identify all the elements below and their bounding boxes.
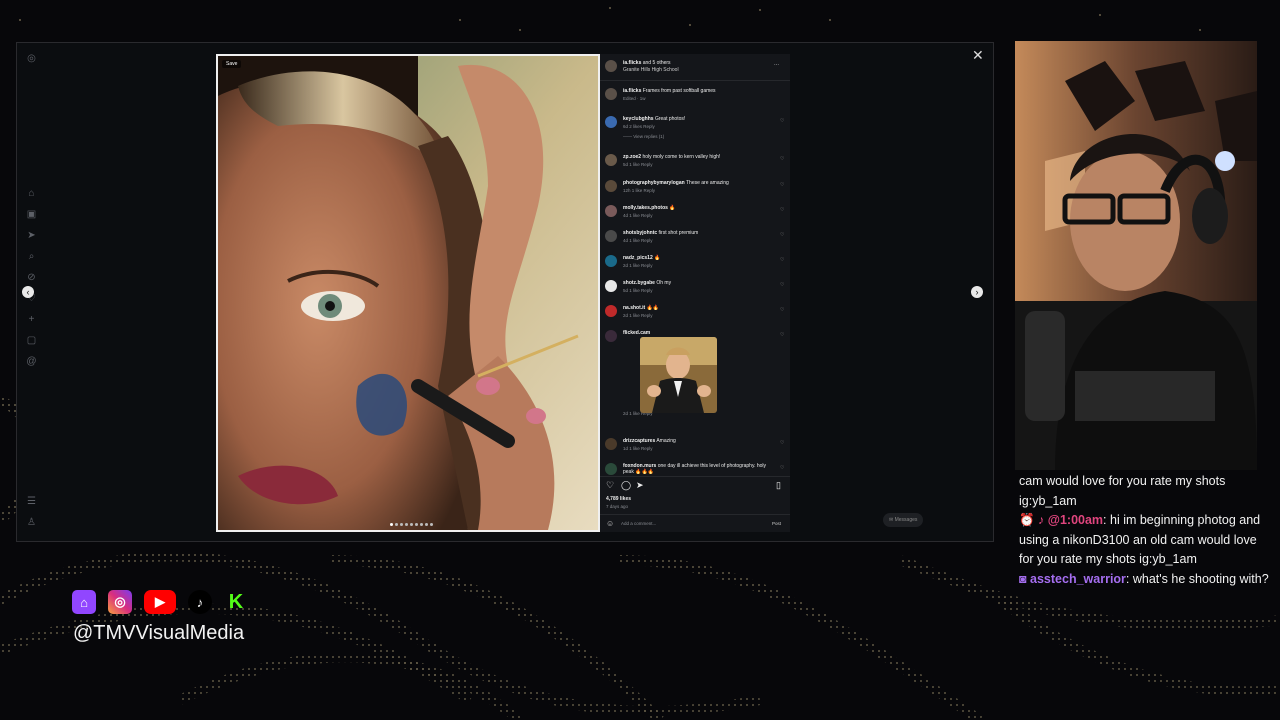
instagram-post-modal: ◎ ⌂ ▣ ➤ ⌕ ⊘ ♡ + ▢ @ ☰ ♙ ✕ ‹ › Save ia.fl… bbox=[16, 42, 994, 542]
avatar[interactable] bbox=[605, 180, 617, 192]
avatar[interactable] bbox=[605, 88, 617, 100]
more-options-icon[interactable]: ··· bbox=[774, 62, 779, 68]
avatar[interactable] bbox=[605, 280, 617, 292]
comment-meta: 5d 1 like Reply bbox=[623, 162, 653, 167]
comment-meta: 2d 1 like Reply bbox=[623, 263, 653, 268]
like-count[interactable]: 4,789 likes bbox=[606, 496, 631, 502]
comment-text: foxndon.murs one day ill achieve this le… bbox=[623, 463, 767, 475]
instagram-icon: ◎ bbox=[108, 590, 132, 614]
comment-text: na.shot.it 🔥🔥 bbox=[623, 305, 660, 311]
comment-input[interactable]: Add a comment... bbox=[621, 521, 656, 526]
comment-like-icon[interactable]: ♡ bbox=[780, 465, 784, 471]
avatar[interactable] bbox=[605, 154, 617, 166]
messages-button[interactable]: ✉ Messages bbox=[883, 513, 924, 527]
next-arrow-icon[interactable]: › bbox=[971, 286, 983, 298]
comment-text: photographybymarylogan These are amazing bbox=[623, 180, 729, 186]
twitch-icon: ⌂ bbox=[72, 590, 96, 614]
comment-like-icon[interactable]: ♡ bbox=[780, 207, 784, 213]
bookmark-icon[interactable]: ▯ bbox=[776, 480, 781, 491]
comment-like-icon[interactable]: ♡ bbox=[780, 332, 784, 338]
chat-message: cam would love for you rate my shots ig:… bbox=[1019, 474, 1226, 508]
comment-like-icon[interactable]: ♡ bbox=[780, 307, 784, 313]
comment-like-icon[interactable]: ♡ bbox=[780, 232, 784, 238]
avatar[interactable] bbox=[605, 205, 617, 217]
tiktok-icon: ♪ bbox=[188, 590, 212, 614]
avatar[interactable] bbox=[605, 305, 617, 317]
dashboard-icon[interactable]: ▢ bbox=[26, 335, 37, 346]
threads-icon[interactable]: @ bbox=[26, 356, 37, 367]
instagram-logo-icon[interactable]: ◎ bbox=[26, 53, 37, 64]
chat-message: ⏰ ♪ @1:00am: hi im beginning photog and … bbox=[1019, 513, 1261, 566]
post-header: ia.flicks and 5 others Granite Hills Hig… bbox=[600, 54, 790, 81]
comment-meta: 4d 1 like Reply bbox=[623, 213, 653, 218]
close-icon[interactable]: ✕ bbox=[972, 47, 984, 64]
comment-text: molly.takes.photos 🔥 bbox=[623, 205, 676, 211]
comment-meta: 4d 1 like Reply bbox=[623, 238, 653, 243]
comment-meta: 12h 1 like Reply bbox=[623, 188, 656, 193]
comment-like-icon[interactable]: ♡ bbox=[780, 118, 784, 124]
avatar[interactable] bbox=[605, 438, 617, 450]
share-icon[interactable]: ➤ bbox=[636, 480, 644, 491]
comment-text: zp.zoe2 holy moly come to kern valley hi… bbox=[623, 154, 721, 160]
create-icon[interactable]: + bbox=[26, 314, 37, 325]
comment-like-icon[interactable]: ♡ bbox=[780, 182, 784, 188]
comment-like-icon[interactable]: ♡ bbox=[780, 257, 784, 263]
social-icons: ⌂ ◎ ▶ ♪ K bbox=[72, 590, 248, 614]
comment-meta: 1d 1 like Reply bbox=[623, 446, 653, 451]
youtube-icon: ▶ bbox=[144, 590, 176, 614]
carousel-indicator bbox=[390, 523, 433, 526]
post-actions: ♡ ◯ ➤ ▯ 4,789 likes 7 days ago bbox=[600, 476, 790, 515]
comment-like-icon[interactable]: ♡ bbox=[780, 282, 784, 288]
comment-like-icon[interactable]: ♡ bbox=[780, 156, 784, 162]
comment-meta: 2d 1 like Reply bbox=[623, 313, 653, 318]
comment-text: shotz.bygabe Oh my bbox=[623, 280, 672, 286]
avatar[interactable] bbox=[605, 60, 617, 72]
comment-text: nadz_pics12 🔥 bbox=[623, 255, 661, 261]
kick-icon: K bbox=[228, 590, 244, 613]
previous-arrow-icon[interactable]: ‹ bbox=[22, 286, 34, 298]
save-button[interactable]: Save bbox=[222, 60, 242, 68]
webcam-feed bbox=[1015, 41, 1257, 470]
avatar[interactable] bbox=[605, 255, 617, 267]
comment-text: keyclubghhs Great photos! bbox=[623, 116, 686, 122]
comment-icon[interactable]: ◯ bbox=[621, 480, 631, 491]
comment-text: drizzcaptures Amazing bbox=[623, 438, 676, 444]
comment-composer: ☺ Add a comment... Post bbox=[600, 514, 790, 533]
gif-reply-image[interactable] bbox=[640, 337, 717, 413]
search-icon[interactable]: ⌕ bbox=[26, 251, 37, 262]
avatar[interactable] bbox=[605, 463, 617, 475]
explore-icon[interactable]: ⊘ bbox=[26, 272, 37, 283]
reels-icon[interactable]: ▣ bbox=[26, 209, 37, 220]
post-author[interactable]: ia.flicks and 5 others bbox=[623, 60, 671, 66]
like-icon[interactable]: ♡ bbox=[606, 480, 614, 491]
messages-icon[interactable]: ➤ bbox=[26, 230, 37, 241]
chat-username: @1:00am bbox=[1047, 513, 1104, 527]
menu-icon[interactable]: ☰ bbox=[26, 496, 37, 507]
comment-text: flicked.cam bbox=[623, 330, 651, 336]
chat-badge-icon: ⏰ ♪ bbox=[1019, 513, 1048, 527]
post-location[interactable]: Granite Hills High School bbox=[623, 67, 679, 73]
comment-like-icon[interactable]: ♡ bbox=[780, 440, 784, 446]
comments-panel: ia.flicks and 5 others Granite Hills Hig… bbox=[600, 54, 790, 532]
home-icon[interactable]: ⌂ bbox=[26, 188, 37, 199]
avatar[interactable] bbox=[605, 116, 617, 128]
profile-icon[interactable]: ♙ bbox=[26, 517, 37, 528]
chat-message: ◙ asstech_warrior: what's he shooting wi… bbox=[1019, 571, 1269, 586]
post-comment-button[interactable]: Post bbox=[772, 521, 781, 526]
chat-username: asstech_warrior bbox=[1030, 571, 1126, 586]
post-photo[interactable]: Save bbox=[216, 54, 600, 532]
comment-meta: 6d 2 likes Reply bbox=[623, 124, 655, 129]
comment-meta: 5d 1 like Reply bbox=[623, 288, 653, 293]
comment-text: shotsbyjohntc first shot premium bbox=[623, 230, 699, 236]
avatar[interactable] bbox=[605, 330, 617, 342]
channel-handle: @TMVVisualMedia bbox=[73, 622, 245, 644]
post-age: 7 days ago bbox=[606, 504, 629, 509]
avatar[interactable] bbox=[605, 230, 617, 242]
view-replies-link[interactable]: —— View replies (1) bbox=[623, 134, 664, 139]
emoji-icon[interactable]: ☺ bbox=[606, 519, 614, 528]
portrait-image bbox=[218, 56, 598, 530]
chat-badge-icon: ◙ bbox=[1019, 571, 1031, 586]
stream-chat: cam would love for you rate my shots ig:… bbox=[1019, 472, 1269, 589]
